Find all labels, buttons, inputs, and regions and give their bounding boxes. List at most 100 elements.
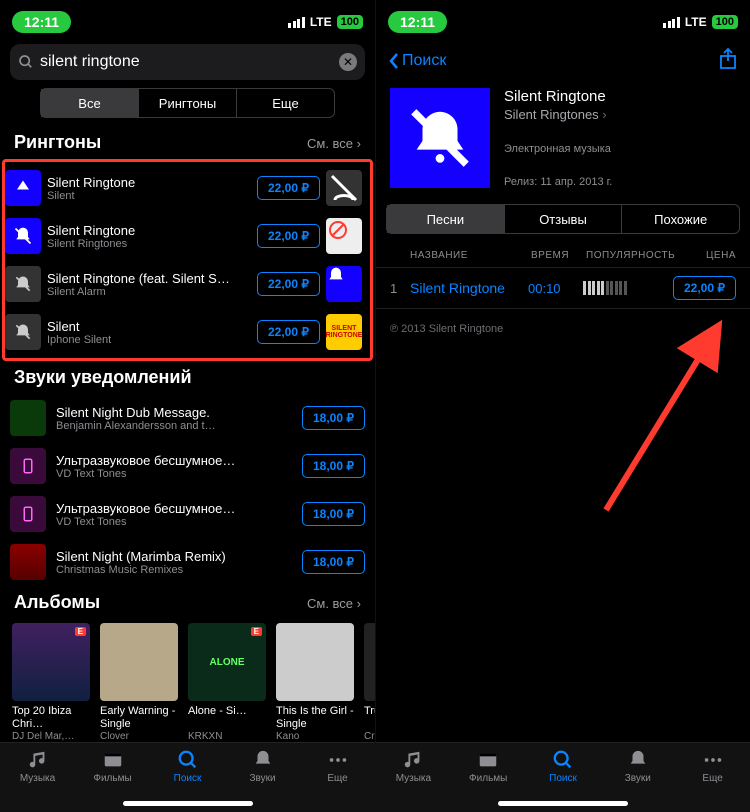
side-thumb: SILENT RINGTONE (326, 314, 362, 350)
seg-songs[interactable]: Песни (387, 205, 504, 233)
ringtone-row[interactable]: Silent Iphone Silent 22,00 ₽ SILENT RING… (5, 308, 370, 356)
album-item[interactable]: Tru Cr (364, 623, 375, 742)
tab-music[interactable]: Музыка (0, 749, 75, 812)
ringtone-row[interactable]: Silent Ringtone Silent Ringtones 22,00 ₽ (5, 212, 370, 260)
copyright-text: ℗ 2013 Silent Ringtone (376, 309, 750, 349)
album-sub: Kano (276, 731, 354, 742)
album-item[interactable]: E Top 20 Ibiza Chri… DJ Del Mar,… (12, 623, 90, 742)
nav-bar: Поиск (376, 44, 750, 78)
tab-more[interactable]: Еще (300, 749, 375, 812)
ringtone-row[interactable]: Silent Ringtone (feat. Silent S… Silent … (5, 260, 370, 308)
track-time: 00:10 (528, 281, 583, 296)
ringtone-title: Silent (47, 319, 251, 334)
price-button[interactable]: 18,00 ₽ (302, 406, 365, 430)
segmented-control[interactable]: Все Рингтоны Еще (40, 88, 335, 118)
ringtone-title: Silent Ringtone (47, 175, 251, 190)
explicit-badge: E (75, 627, 86, 636)
price-button[interactable]: 22,00 ₽ (257, 320, 320, 344)
album-item[interactable]: This Is the Girl - Single Kano (276, 623, 354, 742)
ringtone-thumb (5, 266, 41, 302)
home-indicator[interactable] (498, 801, 628, 806)
seg-more[interactable]: Еще (236, 89, 334, 117)
detail-title: Silent Ringtone (504, 88, 736, 105)
ringtone-title: Silent Ringtone (47, 223, 251, 238)
alert-sub: VD Text Tones (56, 516, 292, 528)
detail-header: Silent Ringtone Silent Ringtones Электро… (376, 78, 750, 198)
ringtone-row[interactable]: Silent Ringtone Silent 22,00 ₽ (5, 164, 370, 212)
signal-icon (663, 17, 680, 28)
share-button[interactable] (718, 47, 738, 76)
price-button[interactable]: 18,00 ₽ (302, 550, 365, 574)
tab-more[interactable]: Еще (675, 749, 750, 812)
chevron-left-icon (388, 52, 400, 70)
album-title: Tru (364, 705, 375, 731)
alert-row[interactable]: Ультразвуковое бесшумное…VD Text Tones 1… (0, 490, 375, 538)
alert-title: Silent Night Dub Message. (56, 405, 292, 420)
clear-search-icon[interactable]: ✕ (339, 53, 357, 71)
seg-all[interactable]: Все (41, 89, 138, 117)
alert-sub: Christmas Music Remixes (56, 564, 292, 576)
album-item[interactable]: Early Warning - Single Clover (100, 623, 178, 742)
tab-music[interactable]: Музыка (376, 749, 451, 812)
alert-row[interactable]: Silent Night (Marimba Remix)Christmas Mu… (0, 538, 375, 586)
price-button[interactable]: 22,00 ₽ (257, 224, 320, 248)
th-name: НАЗВАНИЕ (390, 250, 531, 261)
album-title: Top 20 Ibiza Chri… (12, 705, 90, 731)
price-button[interactable]: 22,00 ₽ (673, 276, 736, 300)
album-art[interactable] (390, 88, 490, 188)
price-button[interactable]: 22,00 ₽ (257, 272, 320, 296)
status-bar: 12:11 LTE 100 (376, 0, 750, 44)
status-right: LTE 100 (663, 15, 738, 29)
alert-thumb (10, 448, 46, 484)
signal-icon (288, 17, 305, 28)
ringtone-sub: Silent Ringtones (47, 238, 251, 250)
detail-release: Релиз: 11 апр. 2013 г. (504, 176, 736, 188)
alert-sub: VD Text Tones (56, 468, 292, 480)
battery-label: 100 (337, 15, 363, 29)
side-thumb (326, 218, 362, 254)
alert-thumb (10, 400, 46, 436)
track-row[interactable]: 1 Silent Ringtone 00:10 22,00 ₽ (376, 267, 750, 309)
home-indicator[interactable] (123, 801, 253, 806)
detail-artist[interactable]: Silent Ringtones (504, 107, 736, 122)
status-time: 12:11 (12, 11, 71, 33)
section-title: Альбомы (14, 592, 100, 613)
search-bar[interactable]: ✕ (10, 44, 365, 80)
alert-row[interactable]: Ультразвуковое бесшумное…VD Text Tones 1… (0, 442, 375, 490)
alert-row[interactable]: Silent Night Dub Message.Benjamin Alexan… (0, 394, 375, 442)
back-button[interactable]: Поиск (388, 52, 446, 70)
seg-ringtones[interactable]: Рингтоны (138, 89, 236, 117)
price-button[interactable]: 22,00 ₽ (257, 176, 320, 200)
detail-genre: Электронная музыка (504, 143, 736, 155)
albums-row[interactable]: E Top 20 Ibiza Chri… DJ Del Mar,… Early … (0, 619, 375, 750)
album-title: Early Warning - Single (100, 705, 178, 731)
album-sub: Cr (364, 731, 375, 742)
alert-title: Ультразвуковое бесшумное… (56, 453, 292, 468)
alert-sub: Benjamin Alexandersson and t… (56, 420, 292, 432)
price-button[interactable]: 18,00 ₽ (302, 454, 365, 478)
album-sub: KRKXN (188, 731, 266, 742)
ringtone-sub: Iphone Silent (47, 334, 251, 346)
seg-related[interactable]: Похожие (621, 205, 739, 233)
popularity-icon (583, 281, 673, 295)
see-all-link[interactable]: См. все › (307, 596, 361, 611)
see-all-link[interactable]: См. все › (307, 136, 361, 151)
album-title: Alone - Si… (188, 705, 266, 731)
network-label: LTE (685, 15, 707, 29)
detail-segmented[interactable]: Песни Отзывы Похожие (386, 204, 740, 234)
track-name: Silent Ringtone (404, 280, 528, 296)
explicit-badge: E (251, 627, 262, 636)
status-right: LTE 100 (288, 15, 363, 29)
price-button[interactable]: 18,00 ₽ (302, 502, 365, 526)
th-pop: ПОПУЛЯРНОСТЬ (586, 250, 676, 261)
track-header: НАЗВАНИЕ ВРЕМЯ ПОПУЛЯРНОСТЬ ЦЕНА (376, 240, 750, 267)
section-title: Звуки уведомлений (14, 367, 192, 388)
track-index: 1 (390, 281, 404, 296)
section-title: Рингтоны (14, 132, 101, 153)
th-price: ЦЕНА (676, 250, 736, 261)
search-input[interactable] (40, 53, 333, 71)
album-item[interactable]: ALONEE Alone - Si… KRKXN (188, 623, 266, 742)
network-label: LTE (310, 15, 332, 29)
seg-reviews[interactable]: Отзывы (504, 205, 622, 233)
section-header-alerts: Звуки уведомлений (0, 361, 375, 394)
